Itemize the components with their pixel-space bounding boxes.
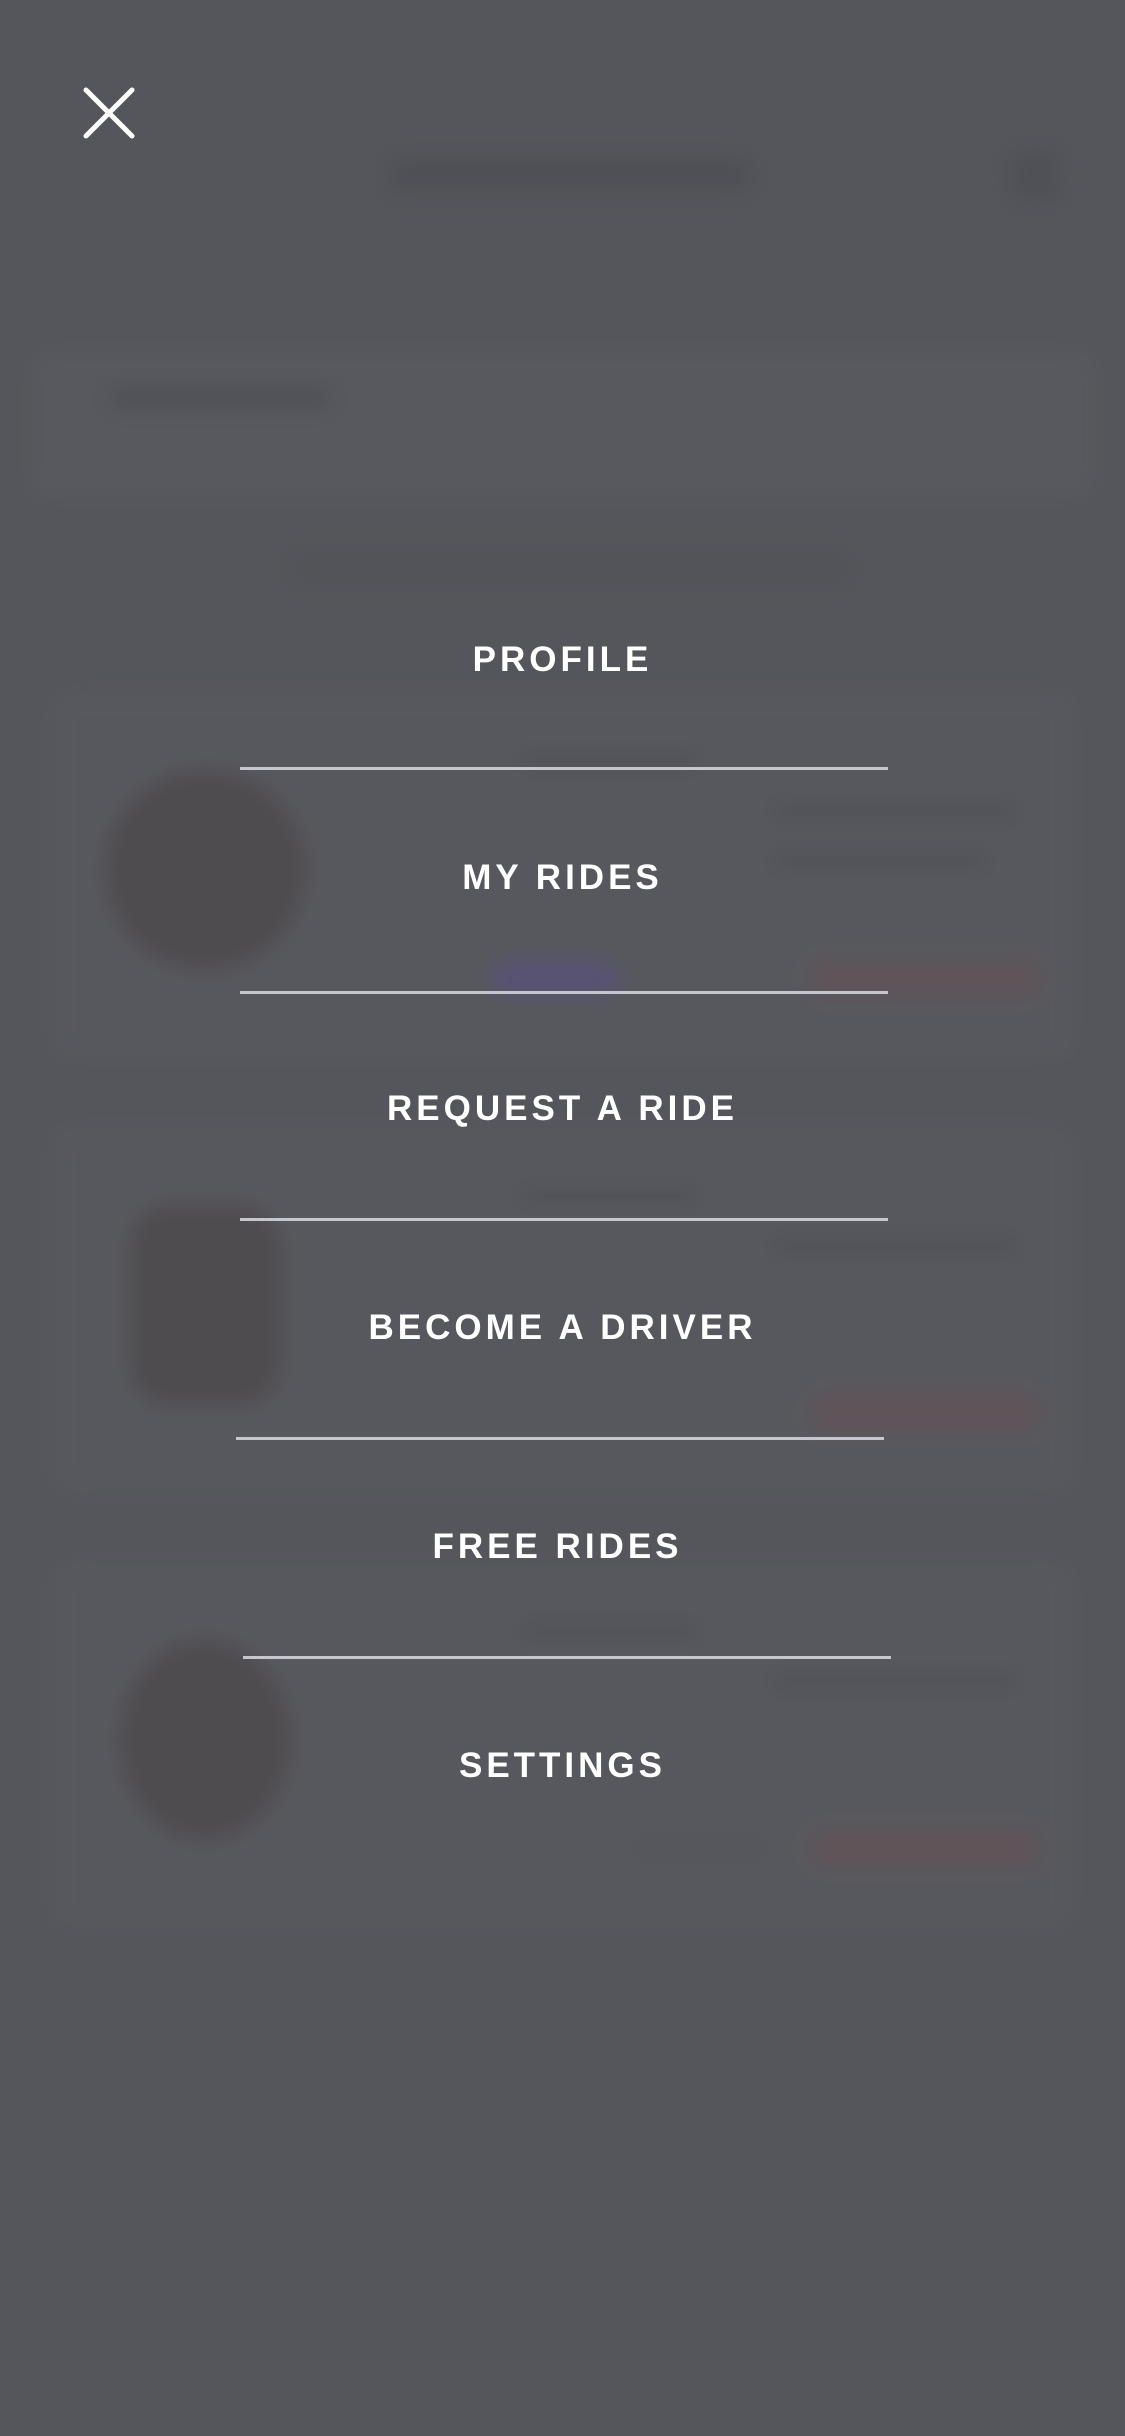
divider bbox=[240, 767, 888, 770]
menu-item-label: REQUEST A RIDE bbox=[387, 1089, 738, 1128]
menu-item-my-rides[interactable]: MY RIDES bbox=[150, 838, 975, 918]
menu-item-request-a-ride[interactable]: REQUEST A RIDE bbox=[150, 1069, 975, 1149]
divider bbox=[243, 1656, 891, 1659]
menu-item-label: PROFILE bbox=[472, 640, 653, 679]
menu-item-label: SETTINGS bbox=[458, 1746, 667, 1785]
navigation-menu: PROFILE MY RIDES REQUEST A RIDE BECOME A… bbox=[0, 0, 1125, 2436]
divider bbox=[240, 991, 888, 994]
menu-item-label: MY RIDES bbox=[462, 858, 663, 897]
menu-item-label: FREE RIDES bbox=[432, 1527, 683, 1566]
menu-item-profile[interactable]: PROFILE bbox=[150, 620, 975, 700]
menu-item-settings[interactable]: SETTINGS bbox=[150, 1726, 975, 1806]
divider bbox=[236, 1437, 884, 1440]
menu-item-free-rides[interactable]: FREE RIDES bbox=[145, 1507, 970, 1587]
divider bbox=[240, 1218, 888, 1221]
menu-item-become-a-driver[interactable]: BECOME A DRIVER bbox=[150, 1288, 975, 1368]
menu-item-label: BECOME A DRIVER bbox=[368, 1308, 757, 1347]
